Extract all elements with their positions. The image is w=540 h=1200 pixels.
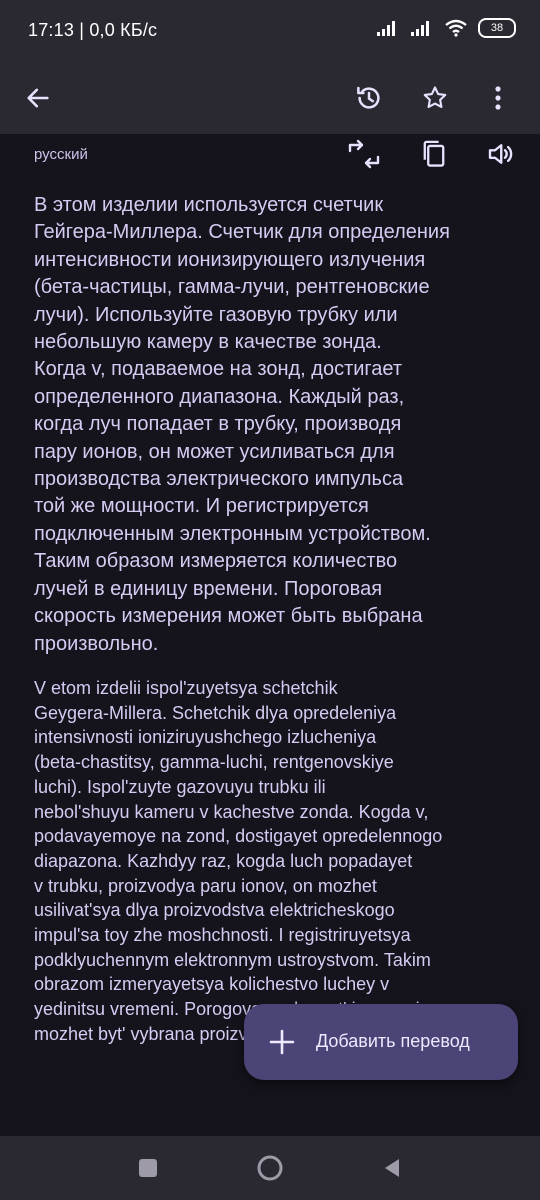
transliteration-line: intensivnosti ioniziruyushchego izluchen… <box>34 727 377 748</box>
status-bar: 17:13 | 0,0 КБ/с 38 <box>0 0 540 62</box>
transliteration-line: podavayemoye na zond, dostigayet opredel… <box>34 826 443 847</box>
translation-line: интенсивности ионизирующего излучения <box>34 248 426 271</box>
back-button[interactable] <box>16 76 60 120</box>
status-icons: 38 <box>376 18 516 38</box>
transliteration-line: obrazom izmeryayetsya kolichestvo luchey… <box>34 974 390 995</box>
more-vert-icon <box>495 86 501 110</box>
transliteration-line: luchi). Ispol'zuyte gazovuyu trubku ili <box>34 776 326 797</box>
transliteration-line: nebol'shuyu kameru v kachestve zonda. Ko… <box>34 801 429 822</box>
home-circle-icon <box>257 1155 283 1181</box>
signal-icon-2 <box>411 21 429 36</box>
transliteration-line: impul'sa toy zhe moshchnosti. I registri… <box>34 925 411 946</box>
translation-line: небольшую камеру в качестве зонда. <box>34 331 382 354</box>
back-triangle-icon <box>385 1159 399 1177</box>
translation-line: Когда v, подаваемое на зонд, достигает <box>34 358 402 381</box>
translation-line: Таким образом измеряется количество <box>34 550 398 573</box>
copy-button[interactable] <box>412 134 456 174</box>
translation-line: произвольно. <box>34 632 159 655</box>
system-back-button[interactable] <box>376 1152 408 1184</box>
add-translation-button[interactable]: Добавить перевод <box>244 1004 518 1080</box>
recents-button[interactable] <box>132 1152 164 1184</box>
signal-icon <box>377 21 395 36</box>
volume-icon <box>488 144 513 164</box>
transliteration-line: Geygera-Millera. Schetchik dlya opredele… <box>34 702 397 723</box>
translation-line: подключенным электронным устройством. <box>34 522 431 545</box>
recents-square-icon <box>139 1159 157 1177</box>
star-outline-icon <box>423 86 447 109</box>
system-navigation-bar <box>0 1136 540 1200</box>
history-icon <box>357 86 380 109</box>
translation-result: русский В этом изделии используется счет… <box>0 134 540 1136</box>
history-button[interactable] <box>347 76 391 120</box>
translation-line: производства электрического импульса <box>34 468 404 491</box>
translation-line: лучей в единицу времени. Пороговая <box>34 577 383 600</box>
battery-icon: 38 <box>478 18 516 38</box>
translation-line: В этом изделии используется счетчик <box>34 194 384 216</box>
home-button[interactable] <box>254 1152 286 1184</box>
translation-line: той же мощности. И регистрируется <box>34 495 369 518</box>
app-bar <box>0 62 540 134</box>
transliteration-line: (beta-chastitsy, gamma-luchi, rentgenovs… <box>34 752 394 773</box>
transliteration-line: usilivat'sya dlya proizvodstva elektrich… <box>34 900 395 921</box>
wifi-icon <box>445 19 467 37</box>
translation-line: пару ионов, он может усиливаться для <box>34 440 395 463</box>
transliteration-line: diapazona. Kazhdyy raz, kogda luch popad… <box>34 850 413 871</box>
translation-text[interactable]: В этом изделии используется счетчик Гейг… <box>34 192 514 658</box>
listen-button[interactable] <box>478 134 522 174</box>
translation-line: Гейгера-Миллера. Счетчик для определения <box>34 221 450 244</box>
transliteration-text[interactable]: V etom izdelii ispol'zuyetsya schetchik … <box>34 676 514 1047</box>
transliteration-line: podklyuchennym elektronnym ustroystvom. … <box>34 949 431 970</box>
copy-icon <box>423 140 445 167</box>
translation-line: лучи). Используйте газовую трубку или <box>34 303 398 326</box>
plus-icon <box>269 1029 295 1055</box>
translation-line: когда луч попадает в трубку, производя <box>34 413 402 436</box>
overflow-menu-button[interactable] <box>476 76 520 120</box>
favorite-button[interactable] <box>413 76 457 120</box>
translation-line: (бета-частицы, гамма-лучи, рентгеновские <box>34 276 430 299</box>
swap-translation-icon <box>348 139 380 169</box>
target-language-label: русский <box>34 146 88 163</box>
transliteration-line: V etom izdelii ispol'zuyetsya schetchik <box>34 678 338 698</box>
swap-translation-button[interactable] <box>342 134 386 174</box>
translation-line: определенного диапазона. Каждый раз, <box>34 385 405 408</box>
transliteration-line: v trubku, proizvodya paru ionov, on mozh… <box>34 875 377 896</box>
status-time-speed: 17:13 | 0,0 КБ/с <box>28 20 158 40</box>
translation-line: скорость измерения может быть выбрана <box>34 605 423 628</box>
arrow-left-icon <box>27 88 49 108</box>
add-translation-label: Добавить перевод <box>316 1031 470 1051</box>
